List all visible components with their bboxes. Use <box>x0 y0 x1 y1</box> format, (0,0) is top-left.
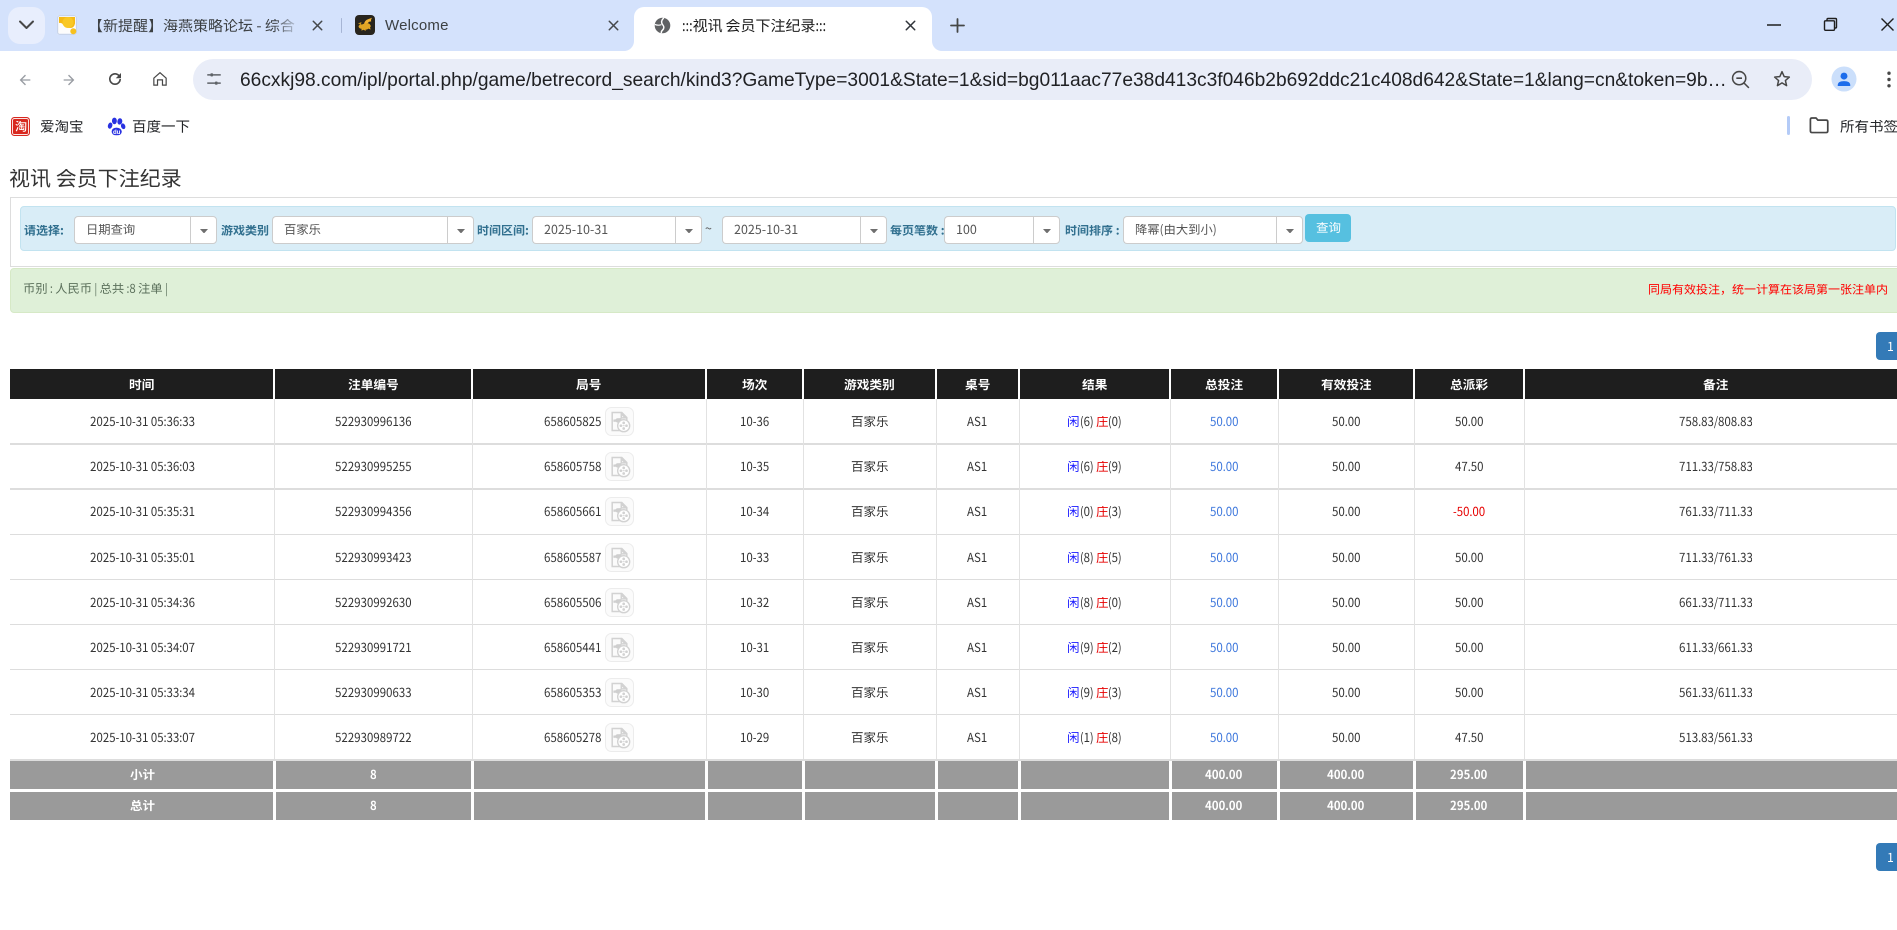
svg-text:du: du <box>113 129 121 136</box>
